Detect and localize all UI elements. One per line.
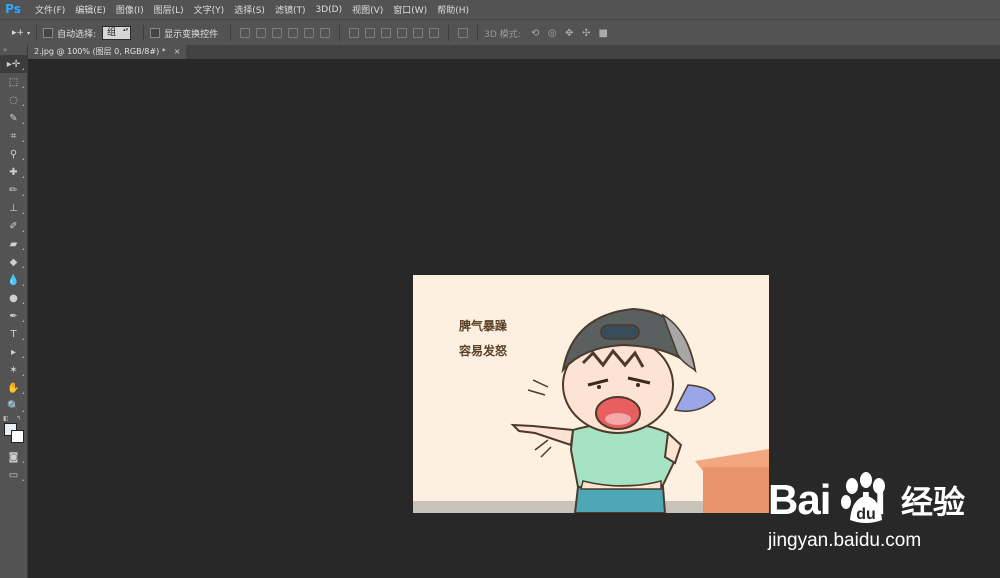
auto-align-layers-icon[interactable] (458, 28, 469, 38)
menu-view[interactable]: 视图(V) (347, 3, 388, 16)
3d-pan-icon[interactable]: ✥ (564, 28, 575, 39)
color-swatches[interactable]: ◧ ↰ (0, 415, 27, 445)
quick-selection-icon[interactable]: ✎ (0, 109, 27, 127)
auto-select-dropdown[interactable]: 组 (102, 26, 132, 40)
show-transform-label: 显示变换控件 (164, 29, 219, 40)
blur-icon[interactable]: 💧 (0, 271, 27, 289)
photoshop-logo: Ps (5, 2, 21, 16)
image-caption-line-2: 容易发怒 (459, 344, 508, 358)
watermark-brand-cn: 经验 (901, 483, 966, 521)
menu-select[interactable]: 选择(S) (229, 3, 270, 16)
tools-panel: » ▸✛ ⬚ ◌ ✎ ⌗ ⚲ ✚ ✏ ⊥ ✐ ▰ ◆ 💧 ● ✒ T ▸ ✶ ✋… (0, 45, 28, 578)
distribute-vertical-center-icon[interactable] (365, 28, 376, 38)
paw-icon: du (841, 472, 885, 523)
zoom-icon[interactable]: 🔍 (0, 397, 27, 415)
auto-select-label: 自动选择: (57, 29, 97, 40)
document-tab[interactable]: 2.jpg @ 100% (图层 0, RGB/8#) * × (28, 45, 187, 59)
divider (448, 25, 450, 41)
baidu-watermark: Baiu du 经验 jingyan.baidu.com (768, 472, 993, 568)
screen-mode-icon[interactable]: ▭ (0, 466, 27, 484)
history-brush-icon[interactable]: ✐ (0, 217, 27, 235)
divider (230, 25, 232, 41)
move-tool-icon: ▸+ (12, 28, 25, 38)
document-tab-bar: 2.jpg @ 100% (图层 0, RGB/8#) * × (28, 45, 1000, 59)
eraser-icon[interactable]: ▰ (0, 235, 27, 253)
menu-layer[interactable]: 图层(L) (149, 3, 189, 16)
divider (143, 25, 145, 41)
cartoon-illustration (413, 307, 769, 513)
3d-slide-icon[interactable]: ✣ (581, 28, 592, 39)
distribute-top-icon[interactable] (349, 28, 360, 38)
menu-window[interactable]: 窗口(W) (388, 3, 432, 16)
menu-image[interactable]: 图像(I) (111, 3, 149, 16)
align-right-icon[interactable] (320, 28, 331, 38)
type-icon[interactable]: T (0, 325, 27, 343)
brush-icon[interactable]: ✏ (0, 181, 27, 199)
swap-colors-icon[interactable]: ↰ (16, 415, 21, 422)
menu-edit[interactable]: 编辑(E) (70, 3, 111, 16)
hand-icon[interactable]: ✋ (0, 379, 27, 397)
move-tool-icon[interactable]: ▸✛ (0, 55, 27, 73)
menu-type[interactable]: 文字(Y) (189, 3, 230, 16)
menu-bar: Ps 文件(F) 编辑(E) 图像(I) 图层(L) 文字(Y) 选择(S) 滤… (0, 0, 1000, 19)
auto-select-checkbox[interactable] (43, 28, 54, 38)
3d-mode-label: 3D 模式: (484, 29, 521, 40)
background-color-swatch[interactable] (11, 430, 24, 443)
distribute-bottom-icon[interactable] (381, 28, 392, 38)
clone-stamp-icon[interactable]: ⊥ (0, 199, 27, 217)
panel-grip-icon[interactable]: » (0, 45, 27, 55)
custom-shape-icon[interactable]: ✶ (0, 361, 27, 379)
divider (339, 25, 341, 41)
divider (477, 25, 479, 41)
watermark-url: jingyan.baidu.com (768, 530, 922, 551)
path-selection-icon[interactable]: ▸ (0, 343, 27, 361)
tool-preset-picker[interactable]: ▸+ ▾ (12, 28, 30, 38)
menu-3d[interactable]: 3D(D) (310, 5, 347, 15)
healing-brush-icon[interactable]: ✚ (0, 163, 27, 181)
dodge-icon[interactable]: ● (0, 289, 27, 307)
3d-rotate-icon[interactable]: ⟲ (530, 28, 541, 39)
quick-mask-icon[interactable]: ◙ (0, 448, 27, 466)
eyedropper-icon[interactable]: ⚲ (0, 145, 27, 163)
document-tab-title: 2.jpg @ 100% (图层 0, RGB/8#) * (34, 47, 166, 56)
align-horizontal-center-icon[interactable] (304, 28, 315, 38)
document-image[interactable]: 脾气暴躁 容易发怒 (413, 275, 769, 513)
pen-icon[interactable]: ✒ (0, 307, 27, 325)
menu-filter[interactable]: 滤镜(T) (270, 3, 311, 16)
distribute-left-icon[interactable] (397, 28, 408, 38)
watermark-brand-latin: Bai (768, 476, 831, 523)
align-top-icon[interactable] (240, 28, 251, 38)
crop-icon[interactable]: ⌗ (0, 127, 27, 145)
distribute-right-icon[interactable] (429, 28, 440, 38)
align-bottom-icon[interactable] (272, 28, 283, 38)
options-bar: ▸+ ▾ 自动选择: 组 显示变换控件 3D 模式: ⟲ ◎ ✥ ✣ ■ (0, 19, 1000, 47)
close-icon[interactable]: × (174, 45, 181, 59)
3d-roll-icon[interactable]: ◎ (547, 28, 558, 39)
paint-bucket-icon[interactable]: ◆ (0, 253, 27, 271)
distribute-horizontal-center-icon[interactable] (413, 28, 424, 38)
divider (36, 25, 38, 41)
show-transform-checkbox[interactable] (150, 28, 161, 38)
chevron-down-icon: ▾ (27, 29, 31, 37)
menu-file[interactable]: 文件(F) (30, 3, 70, 16)
menu-help[interactable]: 帮助(H) (432, 3, 474, 16)
image-caption-line-1: 脾气暴躁 (459, 319, 508, 333)
align-left-icon[interactable] (288, 28, 299, 38)
rectangular-marquee-icon[interactable]: ⬚ (0, 73, 27, 91)
lasso-icon[interactable]: ◌ (0, 91, 27, 109)
align-vertical-center-icon[interactable] (256, 28, 267, 38)
default-colors-icon[interactable]: ◧ (3, 415, 9, 422)
3d-scale-icon[interactable]: ■ (598, 28, 609, 39)
svg-text:du: du (856, 506, 876, 523)
